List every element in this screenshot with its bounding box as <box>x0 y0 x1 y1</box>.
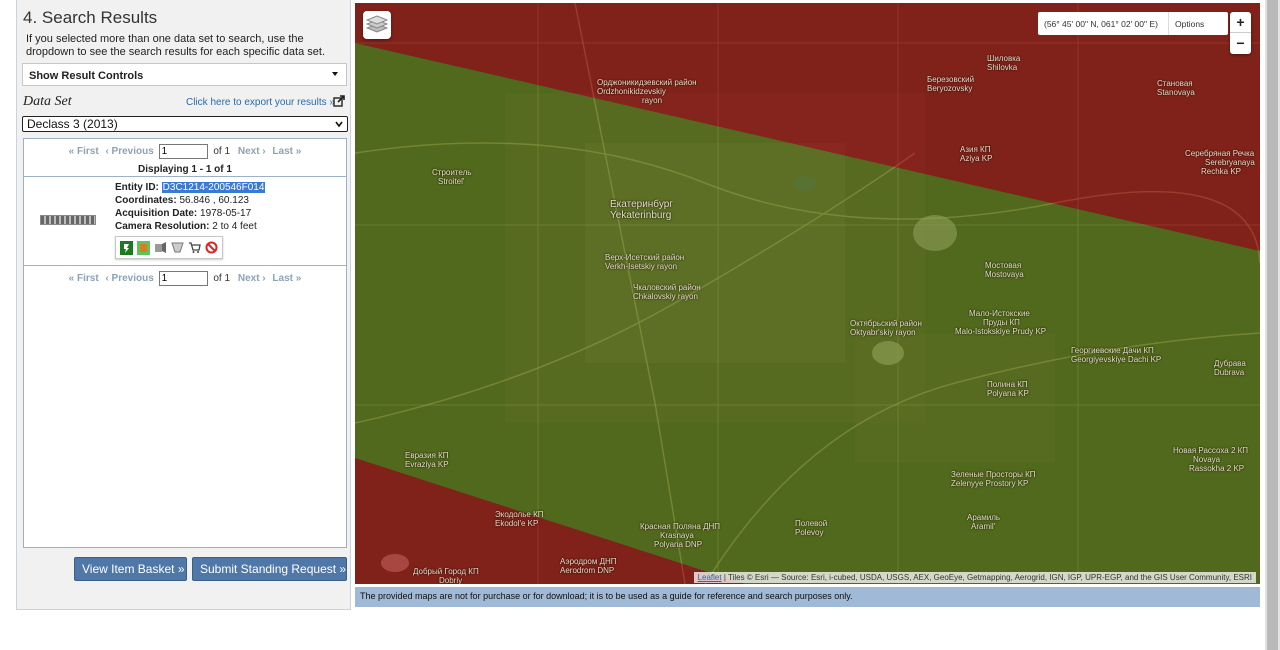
download-icon[interactable] <box>170 241 184 255</box>
coordinates-label: Coordinates: <box>115 195 177 206</box>
map-label: Октябрьский район Oktyabr'skiy rayon <box>850 319 922 337</box>
map-label: Георгиевские Дачи КП Georgiyevskiye Dachi… <box>1071 346 1162 364</box>
coordinate-readout: (56° 45' 00" N, 061° 02' 00" E) <box>1044 18 1158 29</box>
footprint-icon[interactable] <box>119 240 133 255</box>
coordinates-line: Coordinates: 56.846 , 60.123 <box>115 195 249 206</box>
map-label: Верх-Исетский район Verkh-Isetskiy rayon <box>605 253 685 271</box>
map-label: Арамиль Aramil' <box>967 513 1001 531</box>
pager-page-input[interactable] <box>158 144 208 159</box>
map-label: Полина КП Polyana KP <box>987 380 1029 398</box>
entity-id-label: Entity ID: <box>115 182 159 193</box>
map-label: Новая Рассоха 2 КП Novaya Rassokha 2 KP <box>1173 446 1249 473</box>
pager-first-link[interactable]: « First <box>69 146 99 157</box>
map-label: Строитель Stroitel' <box>432 168 472 186</box>
map-options-button[interactable]: Options <box>1168 12 1210 35</box>
map-label: Березовский Beryozovsky <box>927 75 975 93</box>
pager-bottom: « First ‹ Previous of 1 Next › Last » <box>24 271 346 286</box>
pager-last-link[interactable]: Last » <box>272 273 301 284</box>
coordinates-value: 56.846 , 60.123 <box>179 195 249 206</box>
satellite-basemap <box>355 3 1260 584</box>
pager-top: « First ‹ Previous of 1 Next › Last » <box>24 144 346 159</box>
export-results-link[interactable]: Click here to export your results » <box>186 97 335 108</box>
attribution-text: | Tiles © Esri — Source: Esri, i-cubed, … <box>721 573 1252 582</box>
map-disclaimer: The provided maps are not for purchase o… <box>355 587 1260 607</box>
show-result-controls-toggle[interactable]: Show Result Controls <box>22 63 347 86</box>
pager-page-input[interactable] <box>158 271 208 286</box>
map-attribution: Leaflet | Tiles © Esri — Source: Esri, i… <box>693 572 1256 583</box>
exclude-icon[interactable] <box>204 241 218 255</box>
map-label: Серебряная Речка Serebryanaya Rechka KP <box>1185 149 1255 176</box>
map-label: Красная Поляна ДНП Krasnaya Polyana DNP <box>640 522 721 549</box>
dataset-label: Data Set <box>23 94 72 109</box>
dataset-selected-value: Declass 3 (2013) <box>27 117 118 131</box>
map-view[interactable]: Екатеринбург Yekaterinburg Орджоникидзевс… <box>355 3 1260 584</box>
pager-next-link[interactable]: Next › <box>238 273 266 284</box>
result-item: Entity ID: D3C1214-200546F014 Coordinate… <box>24 176 346 266</box>
map-label: Добрый Город КП Dobriy <box>413 567 479 584</box>
submit-standing-request-button[interactable]: Submit Standing Request » <box>192 557 347 581</box>
result-thumbnail[interactable] <box>40 215 96 225</box>
displaying-count: Displaying 1 - 1 of 1 <box>138 164 232 175</box>
pager-of-label: of 1 <box>213 146 231 158</box>
page-scrollbar[interactable] <box>1265 0 1280 650</box>
map-label: Экодолье КП Ekodol'e KP <box>495 510 544 528</box>
map-label: Мало-Истокские Пруды КП Malo-Istokskiye Pr… <box>955 309 1047 336</box>
coordinate-readout-box: (56° 45' 00" N, 061° 02' 00" E) Options <box>1038 12 1228 35</box>
map-label: Екатеринбург Yekaterinburg <box>610 199 673 221</box>
zoom-out-button[interactable]: − <box>1230 33 1251 54</box>
entity-id-value: D3C1214-200546F014 <box>161 182 266 193</box>
pager-last-link[interactable]: Last » <box>272 146 301 157</box>
map-label: Полевой Polevoy <box>795 519 828 537</box>
external-link-icon[interactable] <box>333 95 345 107</box>
layers-button[interactable] <box>363 11 391 39</box>
metadata-icon[interactable] <box>153 241 167 255</box>
pager-of-label: of 1 <box>213 273 231 285</box>
caret-down-icon <box>332 72 338 76</box>
overlay-icon[interactable] <box>136 240 150 255</box>
map-label: Мостовая Mostovaya <box>985 261 1024 279</box>
cart-icon[interactable] <box>187 241 201 255</box>
map-label: Аэродром ДНП Aerodrom DNP <box>560 557 617 575</box>
map-label: Евразия КП Evraziya KP <box>405 451 449 469</box>
camera-resolution-value: 2 to 4 feet <box>212 221 257 232</box>
panel-description: If you selected more than one data set t… <box>26 33 325 58</box>
layers-icon <box>366 15 388 33</box>
result-controls-label: Show Result Controls <box>29 70 144 82</box>
pager-previous-link[interactable]: ‹ Previous <box>105 273 153 284</box>
leaflet-link[interactable]: Leaflet <box>698 573 722 582</box>
map-label: Дубрава Dubrava <box>1214 359 1246 377</box>
pager-next-link[interactable]: Next › <box>238 146 266 157</box>
zoom-in-button[interactable]: + <box>1230 12 1251 33</box>
map-label: Зеленые Просторы КП Zelenyye Prostory KP <box>951 470 1036 488</box>
search-results-panel: 4. Search Results If you selected more t… <box>16 0 351 610</box>
acquisition-date-label: Acquisition Date: <box>115 208 198 219</box>
acquisition-date-value: 1978-05-17 <box>200 208 252 219</box>
zoom-control: + − <box>1230 12 1251 54</box>
acquisition-date-line: Acquisition Date: 1978-05-17 <box>115 208 251 219</box>
pager-previous-link[interactable]: ‹ Previous <box>105 146 153 157</box>
panel-title: 4. Search Results <box>23 8 158 27</box>
map-label: Орджоникидзевский район Ordzhonikidzevski… <box>597 78 697 105</box>
view-item-basket-button[interactable]: View Item Basket » <box>74 557 187 581</box>
chevron-down-icon <box>335 121 343 128</box>
map-label: Азия КП Aziya KP <box>960 145 993 163</box>
entity-id-line: Entity ID: D3C1214-200546F014 <box>115 182 266 193</box>
camera-resolution-label: Camera Resolution: <box>115 221 210 232</box>
pager-first-link[interactable]: « First <box>69 273 99 284</box>
map-label: Шиловка Shilovka <box>987 54 1021 72</box>
results-list: « First ‹ Previous of 1 Next › Last » Di… <box>23 138 347 548</box>
map-label: Чкаловский район Chkalovskiy rayon <box>633 283 701 301</box>
camera-resolution-line: Camera Resolution: 2 to 4 feet <box>115 221 257 232</box>
dataset-select[interactable]: Declass 3 (2013) <box>22 116 348 132</box>
scrollbar-thumb[interactable] <box>1267 0 1278 650</box>
result-actions <box>115 236 223 259</box>
map-label: Становая Stanovaya <box>1157 79 1195 97</box>
